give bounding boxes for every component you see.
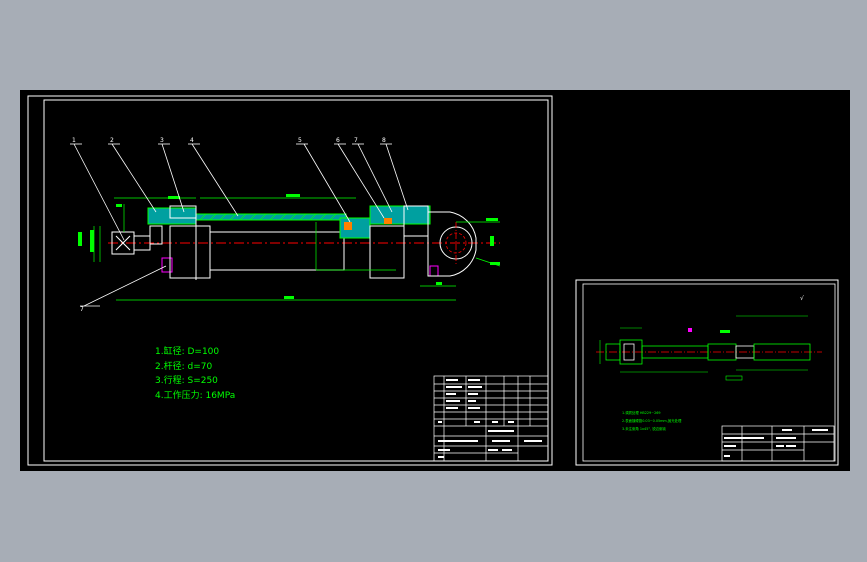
detail-sheet-outer-frame <box>575 279 839 466</box>
note-stroke: 3.行程: S=250 <box>155 376 218 386</box>
dimension-texts <box>78 194 500 299</box>
balloon-8: 8 <box>382 137 386 144</box>
piston-seal <box>344 222 352 230</box>
rear-seal <box>384 218 392 224</box>
piston-rod-detail: √ <box>596 295 822 381</box>
rear-port-seal <box>429 265 439 277</box>
main-sheet-outer-frame <box>27 95 553 466</box>
front-head-body <box>169 225 211 279</box>
balloon-6: 6 <box>336 137 340 144</box>
detail-sheet-inner-frame <box>582 283 836 462</box>
balloon-1: 1 <box>72 137 76 144</box>
detail-note-3: 3.未注倒角 1x45°, 锐边倒钝 <box>622 426 666 431</box>
technical-notes: 1.缸径: D=100 2.杆径: d=70 3.行程: S=250 4.工作压… <box>155 345 235 403</box>
note-rod-diameter: 2.杆径: d=70 <box>155 361 213 372</box>
main-sheet-inner-frame <box>43 99 549 462</box>
rear-cap <box>369 205 431 225</box>
main-sheet <box>27 95 553 466</box>
note-bore-diameter: 1.缸径: D=100 <box>155 347 220 357</box>
detail-sheet <box>575 279 839 466</box>
detail-notes: 1.调质处理 HB229~269 2.表面镀硬铬0.03~0.05mm,抛光处理… <box>622 410 682 431</box>
detail-note-2: 2.表面镀硬铬0.03~0.05mm,抛光处理 <box>622 418 682 423</box>
svg-text:√: √ <box>800 295 804 302</box>
balloon-2: 2 <box>110 137 114 144</box>
main-title-block <box>433 375 549 462</box>
note-working-pressure: 4.工作压力: 16MPa <box>155 390 236 401</box>
balloon-4: 4 <box>190 137 194 144</box>
cylinder-assembly <box>78 194 501 301</box>
balloon-7-lower: 7 <box>80 306 84 313</box>
detail-title-block-texts <box>724 429 828 457</box>
balloon-3: 3 <box>160 137 164 144</box>
balloon-5: 5 <box>298 137 302 144</box>
cad-drawing: 1 2 3 4 5 6 7 8 7 √ 1.调质处理 HB229~269 2.表… <box>27 95 839 466</box>
detail-note-1: 1.调质处理 HB229~269 <box>622 410 661 415</box>
part-balloons: 1 2 3 4 5 6 7 8 7 <box>72 137 386 313</box>
balloon-7: 7 <box>354 137 358 144</box>
barrel-body <box>209 231 345 271</box>
detail-title-block <box>721 425 835 462</box>
